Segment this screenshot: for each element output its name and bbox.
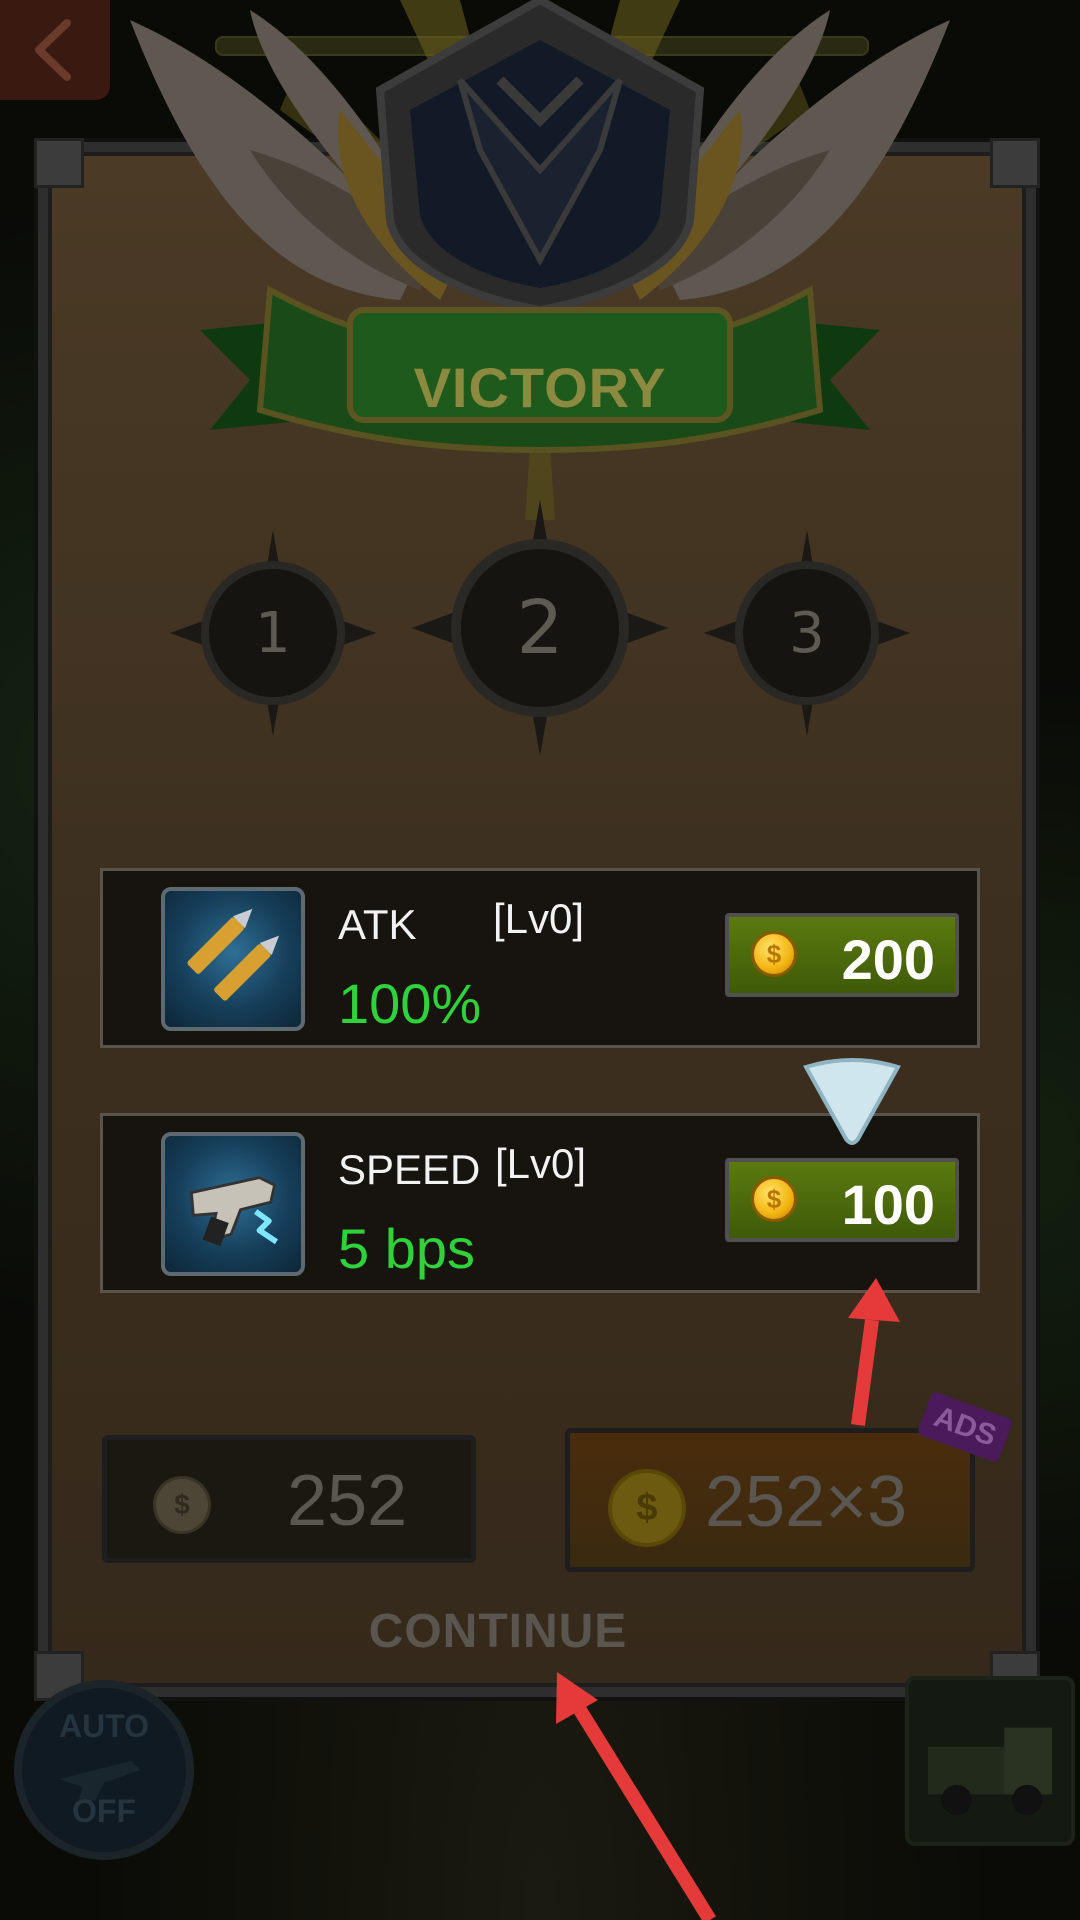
pointer-gem-icon xyxy=(803,1058,901,1145)
star-medallion-2: 2 xyxy=(412,500,668,756)
auto-fire-toggle[interactable]: AUTO OFF xyxy=(14,1680,194,1860)
victory-emblem xyxy=(130,0,950,520)
vehicle-button[interactable] xyxy=(905,1676,1075,1846)
continue-button[interactable]: CONTINUE xyxy=(338,1604,658,1659)
star-label: 3 xyxy=(789,600,825,666)
gold-coin-icon: $ xyxy=(608,1469,686,1547)
collect-reward-button[interactable]: $ 252 xyxy=(102,1435,476,1563)
upgrade-speed-button[interactable]: $ 100 xyxy=(725,1158,959,1242)
auto-state: OFF xyxy=(72,1793,136,1829)
upgrade-name: SPEED xyxy=(338,1146,481,1193)
upgrade-value: 100% xyxy=(338,972,482,1035)
star-label: 2 xyxy=(516,585,564,671)
upgrade-cost: 200 xyxy=(841,928,935,991)
gold-coin-icon: $ xyxy=(153,1476,211,1534)
upgrade-level: [Lv0] xyxy=(495,1140,587,1187)
upgrade-row-atk: ATK [Lv0] 100% $ 200 xyxy=(100,868,980,1048)
upgrade-atk-button[interactable]: $ 200 xyxy=(725,913,959,997)
chevron-left-icon xyxy=(35,19,71,81)
gold-coin-icon: $ xyxy=(751,1176,797,1222)
victory-title: VICTORY xyxy=(413,356,667,419)
star-medallion-3: 3 xyxy=(704,530,910,736)
bullets-icon xyxy=(161,887,305,1031)
panel-corner xyxy=(34,138,84,188)
upgrade-name: ATK xyxy=(338,901,417,948)
upgrade-cost: 100 xyxy=(841,1173,935,1236)
star-medallion-1: 1 xyxy=(170,530,376,736)
upgrade-level: [Lv0] xyxy=(493,895,585,942)
back-button[interactable] xyxy=(0,0,110,100)
truck-icon xyxy=(928,1727,1052,1816)
blaster-gun-icon xyxy=(161,1132,305,1276)
upgrade-value: 5 bps xyxy=(338,1217,475,1280)
reward-triple-value: 252×3 xyxy=(705,1462,908,1542)
collect-triple-reward-button[interactable]: $ 252×3 xyxy=(565,1428,975,1572)
panel-corner xyxy=(990,138,1040,188)
reward-value: 252 xyxy=(287,1461,408,1541)
star-label: 1 xyxy=(255,600,291,666)
gold-coin-icon: $ xyxy=(751,931,797,977)
